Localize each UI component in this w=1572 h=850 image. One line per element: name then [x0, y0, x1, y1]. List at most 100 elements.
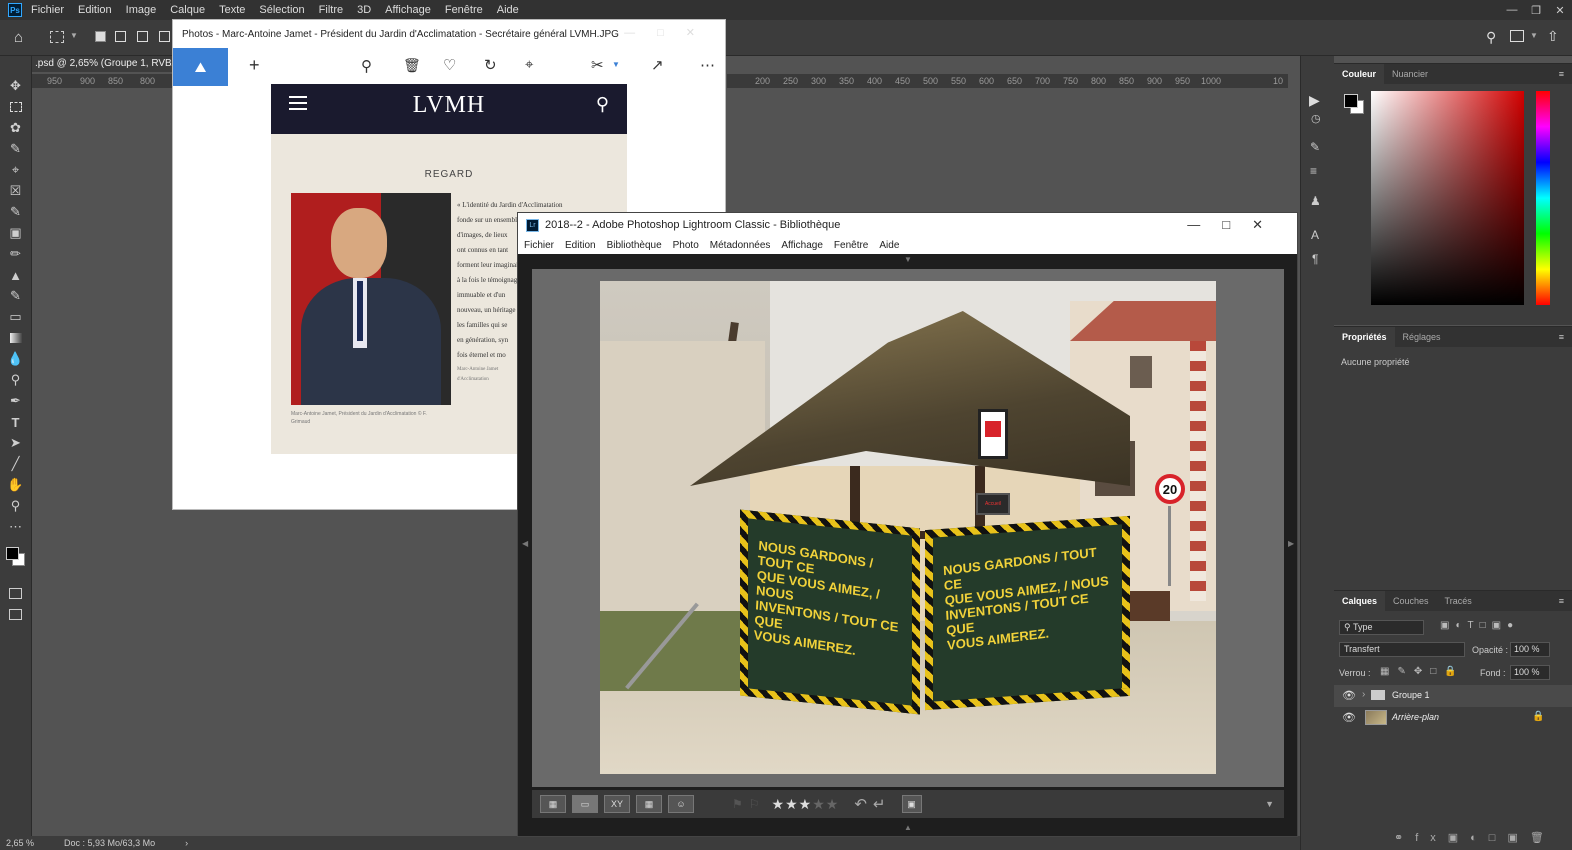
close-icon[interactable]: ✕ [1548, 4, 1572, 17]
search-icon[interactable]: ⚲ [1486, 29, 1496, 46]
play-icon[interactable]: ▶ [1309, 92, 1320, 109]
eyedropper-tool-icon[interactable]: ✎ [6, 203, 26, 221]
rotate-icon[interactable]: ↻ [484, 56, 497, 74]
layer-row[interactable]: 👁 Arrière-plan 🔒 [1334, 707, 1572, 729]
screen-mode-icon[interactable] [6, 605, 26, 623]
frame-tool-icon[interactable]: ☒ [6, 182, 26, 200]
lr-menu-metadonnees[interactable]: Métadonnées [710, 240, 771, 251]
chevron-right-icon[interactable]: › [1362, 689, 1365, 700]
flag-icon[interactable]: ⚑ [732, 797, 743, 811]
lr-menu-edition[interactable]: Edition [565, 240, 596, 251]
menu-image[interactable]: Image [126, 4, 157, 16]
eraser-tool-icon[interactable]: ▭ [6, 308, 26, 326]
color-field[interactable] [1371, 91, 1524, 305]
status-zoom[interactable]: 2,65 % [6, 838, 34, 848]
path-selection-tool-icon[interactable]: ➤ [6, 434, 26, 452]
paragraph-icon[interactable]: ¶ [1312, 252, 1318, 266]
crop-tool-icon[interactable]: ⌖ [6, 161, 26, 179]
blur-tool-icon[interactable]: 💧 [6, 350, 26, 368]
menu-filtre[interactable]: Filtre [319, 4, 343, 16]
star-icon[interactable]: ★ [799, 796, 812, 813]
workspace-icon[interactable] [1510, 30, 1524, 42]
character-icon[interactable]: A [1311, 228, 1319, 242]
loupe-view-icon[interactable]: ▭ [572, 795, 598, 813]
menu-aide[interactable]: Aide [497, 4, 519, 16]
reject-flag-icon[interactable]: ⚐ [749, 797, 760, 811]
panel-menu-icon[interactable]: ≡ [1551, 596, 1572, 606]
lr-menu-bibliotheque[interactable]: Bibliothèque [607, 240, 662, 251]
crop-overlay-icon[interactable]: ▣ [901, 795, 922, 813]
line-tool-icon[interactable]: ╱ [6, 455, 26, 473]
document-tab[interactable]: .psd @ 2,65% (Groupe 1, RVB/8# [32, 56, 172, 72]
layer-row[interactable]: 👁 › Groupe 1 [1334, 685, 1572, 707]
lr-menu-fenetre[interactable]: Fenêtre [834, 240, 868, 251]
menu-3d[interactable]: 3D [357, 4, 371, 16]
top-panel-toggle-icon[interactable]: ▼ [904, 255, 912, 264]
layer-filter-select[interactable]: ⚲ Type [1339, 620, 1424, 635]
tab-nuancier[interactable]: Nuancier [1384, 69, 1436, 79]
pen-tool-icon[interactable]: ✒ [6, 392, 26, 410]
marquee-tool-icon[interactable] [6, 98, 26, 116]
new-selection-icon[interactable] [95, 31, 106, 42]
type-tool-icon[interactable]: T [6, 413, 26, 431]
bottom-panel-toggle-icon[interactable]: ▲ [904, 823, 912, 832]
gradient-tool-icon[interactable] [6, 329, 26, 347]
share-icon[interactable]: ⇧ [1547, 28, 1559, 45]
history-icon[interactable]: ◷ [1311, 112, 1321, 125]
hue-slider[interactable] [1536, 91, 1550, 305]
star-rating[interactable]: ★ ★ ★ ★ ★ [772, 796, 839, 813]
star-icon[interactable]: ★ [772, 796, 785, 813]
toolbar-menu-chevron-icon[interactable]: ▼ [1265, 799, 1274, 809]
tab-reglages[interactable]: Réglages [1395, 332, 1449, 342]
color-swatches[interactable] [0, 539, 31, 581]
opacity-input[interactable]: 100 % [1510, 642, 1550, 657]
chevron-down-icon[interactable]: ▼ [70, 31, 78, 40]
menu-edition[interactable]: Edition [78, 4, 112, 16]
restore-icon[interactable]: ❐ [1524, 4, 1548, 17]
history-brush-tool-icon[interactable]: ✎ [6, 287, 26, 305]
tab-couleur[interactable]: Couleur [1334, 64, 1385, 84]
blend-mode-select[interactable]: Transfert [1339, 642, 1465, 657]
add-icon[interactable]: + [249, 55, 260, 76]
foreground-color-swatch[interactable] [1344, 94, 1358, 108]
layer-filter-icons[interactable]: ▣◐T□▣● [1440, 620, 1560, 635]
people-view-icon[interactable]: ☺ [668, 795, 694, 813]
heart-icon[interactable]: ♡ [443, 56, 456, 74]
chevron-down-icon[interactable]: ▼ [1530, 31, 1538, 40]
lightroom-window-controls[interactable]: —□✕ [1187, 217, 1285, 233]
rotate-right-icon[interactable]: ↵ [873, 795, 886, 813]
rotate-left-icon[interactable]: ↶ [854, 795, 867, 813]
right-panel-toggle-icon[interactable]: ▶ [1288, 539, 1294, 548]
tab-traces[interactable]: Tracés [1437, 596, 1480, 606]
tab-proprietes[interactable]: Propriétés [1334, 327, 1395, 347]
dodge-tool-icon[interactable]: ⚲ [6, 371, 26, 389]
menu-calque[interactable]: Calque [170, 4, 205, 16]
adjustments-icon[interactable]: ≡ [1310, 164, 1317, 178]
lr-menu-photo[interactable]: Photo [673, 240, 699, 251]
intersect-selection-icon[interactable] [159, 31, 170, 42]
share-icon[interactable]: ↗ [651, 56, 664, 74]
layer-actions[interactable]: ⚭fx▣◐□▣🗑 [1394, 831, 1556, 844]
minimize-icon[interactable]: — [1500, 4, 1524, 16]
add-selection-icon[interactable] [115, 31, 126, 42]
clone-source-icon[interactable]: ♟ [1310, 194, 1321, 208]
menu-texte[interactable]: Texte [219, 4, 245, 16]
hand-tool-icon[interactable]: ✋ [6, 476, 26, 494]
menu-selection[interactable]: Sélection [259, 4, 304, 16]
lock-icons[interactable]: ▦✎✥□🔒 [1380, 666, 1465, 677]
marquee-icon[interactable] [50, 31, 64, 43]
star-icon[interactable]: ★ [812, 796, 825, 813]
star-icon[interactable]: ★ [826, 796, 839, 813]
compare-view-icon[interactable]: XY [604, 795, 630, 813]
panel-menu-icon[interactable]: ≡ [1551, 69, 1572, 79]
chevron-down-icon[interactable]: ▼ [612, 60, 620, 69]
zoom-tool-icon[interactable]: ⚲ [6, 497, 26, 515]
foreground-color-swatch[interactable] [6, 547, 19, 560]
delete-icon[interactable]: 🗑 [403, 57, 421, 74]
brush-tool-icon[interactable]: ✏ [6, 245, 26, 263]
quick-selection-tool-icon[interactable]: ✎ [6, 140, 26, 158]
layer-name[interactable]: Groupe 1 [1392, 690, 1430, 700]
photos-window-controls[interactable]: —□✕ [624, 26, 717, 39]
menu-fenetre[interactable]: Fenêtre [445, 4, 483, 16]
tab-couches[interactable]: Couches [1385, 596, 1437, 606]
